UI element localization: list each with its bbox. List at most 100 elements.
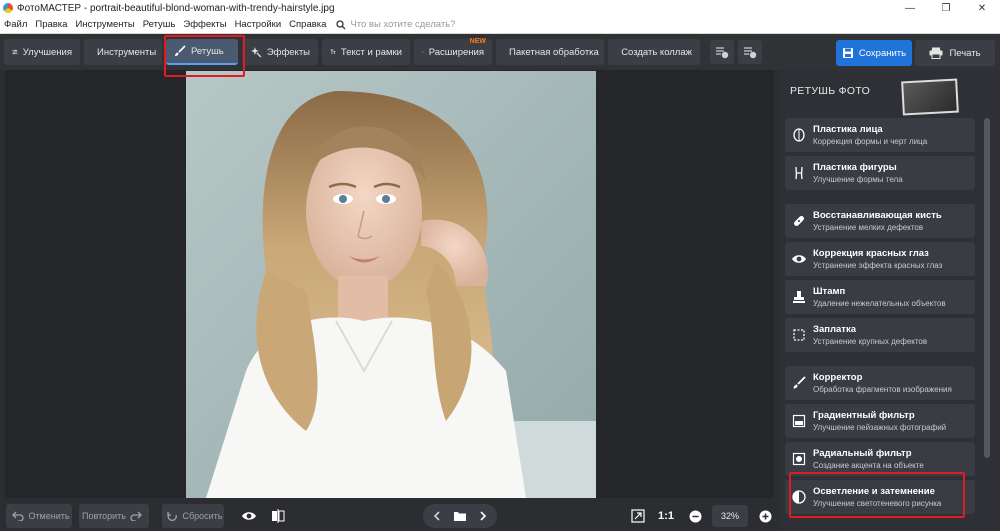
patch-icon (793, 329, 805, 341)
prev-icon[interactable] (431, 510, 443, 522)
tab-extensions[interactable]: Расширения NEW (414, 38, 492, 65)
compare-icon (272, 509, 285, 523)
tool-body-plastic[interactable]: Пластика фигуры Улучшение формы тела (785, 156, 975, 190)
tool-healing-brush[interactable]: Восстанавливающая кисть Устранение мелких… (785, 204, 975, 238)
printer-icon (929, 47, 943, 59)
tab-extensions-label: Расширения (428, 46, 484, 58)
next-icon[interactable] (477, 510, 489, 522)
print-button[interactable]: Печать (915, 40, 995, 66)
tab-batch[interactable]: Пакетная обработка (496, 39, 604, 65)
tab-tools-label: Инструменты (97, 46, 157, 58)
tool-desc: Обработка фрагментов изображения (813, 385, 952, 394)
menu-retouch[interactable]: Ретушь (139, 19, 180, 30)
tool-desc: Устранение эффекта красных глаз (813, 261, 943, 270)
undo-label: Отменить (28, 511, 70, 521)
search-icon (336, 19, 346, 29)
tool-clone-stamp[interactable]: Штамп Удаление нежелательных объектов (785, 280, 975, 314)
face-icon (793, 128, 805, 142)
tab-retouch[interactable]: Ретушь (166, 39, 238, 65)
list-info-icon (744, 47, 757, 59)
undo-icon (12, 511, 25, 521)
tool-red-eye[interactable]: Коррекция красных глаз Устранение эффекта… (785, 242, 975, 276)
undo-button[interactable]: Отменить (6, 504, 72, 528)
tool-name: Градиентный фильтр (813, 410, 915, 421)
body-icon (795, 166, 803, 180)
tool-patch[interactable]: Заплатка Устранение крупных дефектов (785, 318, 975, 352)
tool-name: Осветление и затемнение (813, 486, 935, 497)
portrait-photo[interactable] (186, 71, 596, 498)
tool-name: Заплатка (813, 324, 856, 335)
preview-toggle[interactable] (237, 504, 261, 528)
menu-help[interactable]: Справка (285, 19, 330, 30)
menu-tools[interactable]: Инструменты (71, 19, 138, 30)
tool-desc: Устранение мелких дефектов (813, 223, 924, 232)
stamp-icon (793, 291, 805, 303)
compare-toggle[interactable] (266, 504, 290, 528)
window-title: ФотоМАСТЕР - portrait-beautiful-blond-wo… (17, 2, 335, 14)
tool-dodge-burn[interactable]: Осветление и затемнение Улучшение светоте… (785, 480, 975, 514)
tab-text-frames[interactable]: Текст и рамки (322, 39, 410, 65)
tool-name: Коррекция красных глаз (813, 248, 929, 259)
tool-name: Штамп (813, 286, 846, 297)
menu-bar: Файл Правка Инструменты Ретушь Эффекты Н… (0, 16, 1000, 34)
menu-file[interactable]: Файл (0, 19, 31, 30)
app-logo-icon (3, 3, 13, 13)
bandage-icon (794, 216, 804, 226)
tool-name: Восстанавливающая кисть (813, 210, 942, 221)
reset-label: Сбросить (182, 511, 223, 521)
tab-effects[interactable]: Эффекты (242, 39, 318, 65)
menu-effects[interactable]: Эффекты (179, 19, 230, 30)
menu-settings[interactable]: Настройки (231, 19, 286, 30)
redo-label: Повторить (82, 511, 126, 521)
panel-thumbnail (901, 78, 959, 116)
tool-name: Пластика фигуры (813, 162, 897, 173)
minus-circle-icon (689, 510, 701, 522)
fullscreen-icon (631, 509, 645, 523)
tool-corrector[interactable]: Корректор Обработка фрагментов изображени… (785, 366, 975, 400)
new-badge: NEW (469, 38, 486, 45)
menu-edit[interactable]: Правка (31, 19, 71, 30)
fit-screen-button[interactable] (627, 504, 649, 528)
eye-icon (792, 255, 806, 263)
minimize-icon[interactable]: — (892, 3, 928, 14)
tab-collage-label: Создать коллаж (621, 46, 692, 58)
tab-collage[interactable]: Создать коллаж (608, 39, 700, 65)
tab-tools[interactable]: Инструменты (84, 39, 162, 65)
tool-name: Радиальный фильтр (813, 448, 912, 459)
maximize-icon[interactable]: ❐ (928, 3, 964, 14)
close-icon[interactable]: ✕ (964, 3, 1000, 14)
tab-enhancements[interactable]: Улучшения (4, 39, 80, 65)
menu-search[interactable]: Что вы хотите сделать? (336, 19, 455, 30)
tool-desc: Удаление нежелательных объектов (813, 299, 946, 308)
tool-desc: Создание акцента на объекте (813, 461, 924, 470)
radial-icon (792, 452, 806, 466)
reset-button[interactable]: Сбросить (162, 504, 224, 528)
search-placeholder: Что вы хотите сделать? (350, 19, 456, 30)
tab-retouch-label: Ретушь (191, 45, 224, 57)
redo-button[interactable]: Повторить (79, 504, 149, 528)
tool-desc: Улучшение светотеневого рисунка (813, 499, 942, 508)
list-add-icon (716, 47, 729, 59)
tool-gradient-filter[interactable]: Градиентный фильтр Улучшение пейзажных фо… (785, 404, 975, 438)
folder-icon[interactable] (453, 510, 467, 522)
title-bar: ФотоМАСТЕР - portrait-beautiful-blond-wo… (0, 0, 1000, 16)
tool-face-plastic[interactable]: Пластика лица Коррекция формы и черт лица (785, 118, 975, 152)
add-preset-button[interactable] (710, 40, 734, 64)
sliders-icon (12, 49, 18, 55)
plus-icon (422, 51, 424, 53)
tool-radial-filter[interactable]: Радиальный фильтр Создание акцента на объ… (785, 442, 975, 476)
zoom-level[interactable]: 32% (712, 505, 748, 527)
panel-scrollbar-thumb[interactable] (984, 118, 990, 458)
image-navigator (423, 504, 497, 528)
tab-enhancements-label: Улучшения (22, 46, 72, 58)
tool-name: Пластика лица (813, 124, 883, 135)
brush-icon (793, 376, 806, 389)
save-button[interactable]: Сохранить (836, 40, 912, 66)
zoom-in-button[interactable] (754, 504, 776, 528)
dodge-burn-icon (792, 490, 806, 504)
zoom-out-button[interactable] (684, 504, 706, 528)
plus-circle-icon (759, 510, 771, 522)
preset-info-button[interactable] (738, 40, 762, 64)
sparkle-icon (250, 47, 262, 58)
actual-size-button[interactable]: 1:1 (652, 505, 680, 527)
